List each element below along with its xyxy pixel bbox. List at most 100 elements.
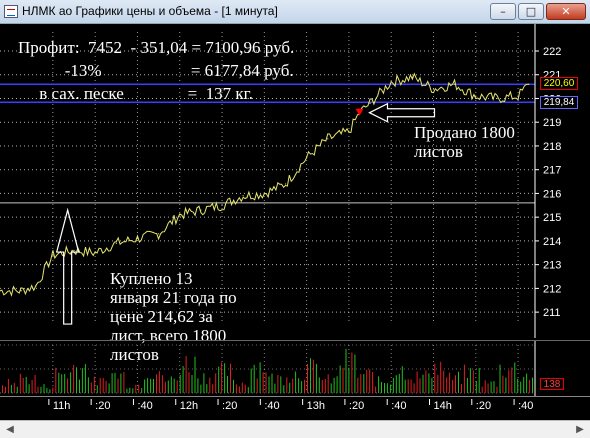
price-point	[136, 237, 139, 240]
volume-bar	[158, 371, 160, 393]
restore-button[interactable]: □	[518, 3, 544, 20]
close-button[interactable]: ✕	[546, 3, 586, 20]
volume-bar	[458, 371, 459, 393]
scroll-right-icon[interactable]: ▶	[573, 423, 587, 436]
volume-bar	[517, 378, 519, 393]
volume-bar	[135, 384, 137, 393]
volume-bar	[339, 365, 341, 393]
bought-arrow	[55, 207, 80, 325]
price-tick-label: 218	[543, 141, 561, 153]
price-tick-label: 213	[543, 260, 561, 272]
price-point	[94, 252, 96, 254]
volume-bar	[404, 379, 406, 393]
volume-bar	[227, 376, 228, 393]
volume-bar	[10, 384, 12, 393]
volume-bar	[386, 383, 388, 393]
volume-bar	[114, 372, 116, 393]
time-tick-label: :40	[137, 400, 152, 412]
volume-bar	[434, 363, 436, 393]
volume-bar	[520, 381, 522, 393]
volume-bar	[96, 385, 98, 393]
volume-bar	[153, 379, 154, 393]
volume-bar	[472, 370, 474, 393]
volume-bar	[108, 383, 110, 393]
volume-bar	[259, 362, 261, 393]
volume-bar	[271, 373, 273, 393]
price-tick-label: 212	[543, 283, 561, 295]
volume-bar	[514, 362, 516, 393]
time-tick-label: 12h	[180, 400, 198, 412]
volume-bar	[312, 359, 314, 393]
volume-bar	[79, 379, 80, 393]
volume-bar	[301, 381, 303, 393]
volume-bar	[28, 384, 30, 393]
price-point	[327, 138, 329, 140]
price-tick-label: 219	[543, 117, 561, 129]
volume-bar	[206, 384, 208, 393]
volume-bar	[230, 363, 231, 393]
volume-bar	[413, 383, 415, 393]
volume-bar	[253, 364, 255, 393]
volume-bar	[212, 384, 214, 393]
volume-bar	[419, 378, 421, 393]
horizontal-scrollbar[interactable]: ◀ ▶	[0, 420, 590, 438]
price-point	[52, 254, 54, 256]
volume-bar	[330, 383, 332, 393]
time-tick-label: :20	[222, 400, 237, 412]
volume-bar	[431, 377, 433, 393]
volume-bar	[167, 380, 169, 393]
volume-bar	[31, 380, 33, 393]
price-point	[517, 95, 519, 97]
volume-bar	[449, 372, 451, 393]
volume-bar	[289, 382, 291, 393]
volume-chart-pane[interactable]: 138	[0, 340, 590, 397]
volume-bar	[138, 384, 140, 393]
scroll-left-icon[interactable]: ◀	[3, 423, 17, 436]
volume-bars	[2, 348, 533, 393]
volume-bar	[502, 375, 504, 393]
volume-bar	[466, 378, 468, 393]
volume-bar	[366, 369, 368, 393]
volume-bar	[262, 372, 264, 393]
volume-bar	[274, 383, 276, 393]
volume-bar	[490, 381, 492, 393]
volume-bar	[363, 374, 365, 393]
volume-bar	[327, 374, 329, 393]
volume-bar	[446, 377, 448, 393]
sell-marker	[355, 108, 364, 116]
price-point	[179, 214, 181, 216]
volume-bar	[250, 368, 252, 393]
volume-bar	[298, 378, 300, 393]
time-tick-label: :40	[391, 400, 406, 412]
volume-bar	[342, 367, 344, 393]
price-chart-pane[interactable]: 222221220219218217216215214213212211 220…	[0, 24, 590, 364]
price-tick-label: 215	[543, 212, 561, 224]
volume-bar	[398, 373, 400, 393]
volume-bar	[324, 379, 326, 393]
volume-bar	[161, 375, 163, 393]
price-point	[20, 290, 22, 292]
volume-bar	[144, 379, 146, 393]
volume-bar	[7, 379, 9, 393]
window-title: НЛМК ао Графики цены и объема - [1 минут…	[22, 4, 278, 18]
volume-bar	[268, 376, 270, 393]
minimize-button[interactable]: –	[490, 3, 516, 20]
volume-bar	[523, 376, 525, 393]
volume-bar	[203, 373, 205, 393]
volume-bar	[182, 366, 184, 393]
volume-bar	[13, 382, 15, 393]
volume-bar	[526, 373, 528, 393]
volume-bar	[484, 380, 486, 393]
volume-bar	[532, 377, 533, 393]
price-badge-lower: 219,84	[540, 96, 578, 110]
volume-bar	[407, 379, 409, 393]
volume-bar	[529, 379, 531, 393]
time-axis-labels: 11h:20:40 12h:20:40 13h:20:40 14h:20:40	[48, 399, 533, 412]
window-title-bar[interactable]: НЛМК ао Графики цены и объема - [1 минут…	[0, 0, 590, 24]
price-point	[157, 233, 160, 235]
volume-bar	[508, 370, 510, 393]
price-point	[528, 83, 530, 85]
price-tick-label: 214	[543, 236, 561, 248]
volume-bar	[292, 378, 294, 393]
volume-bar	[46, 388, 48, 393]
